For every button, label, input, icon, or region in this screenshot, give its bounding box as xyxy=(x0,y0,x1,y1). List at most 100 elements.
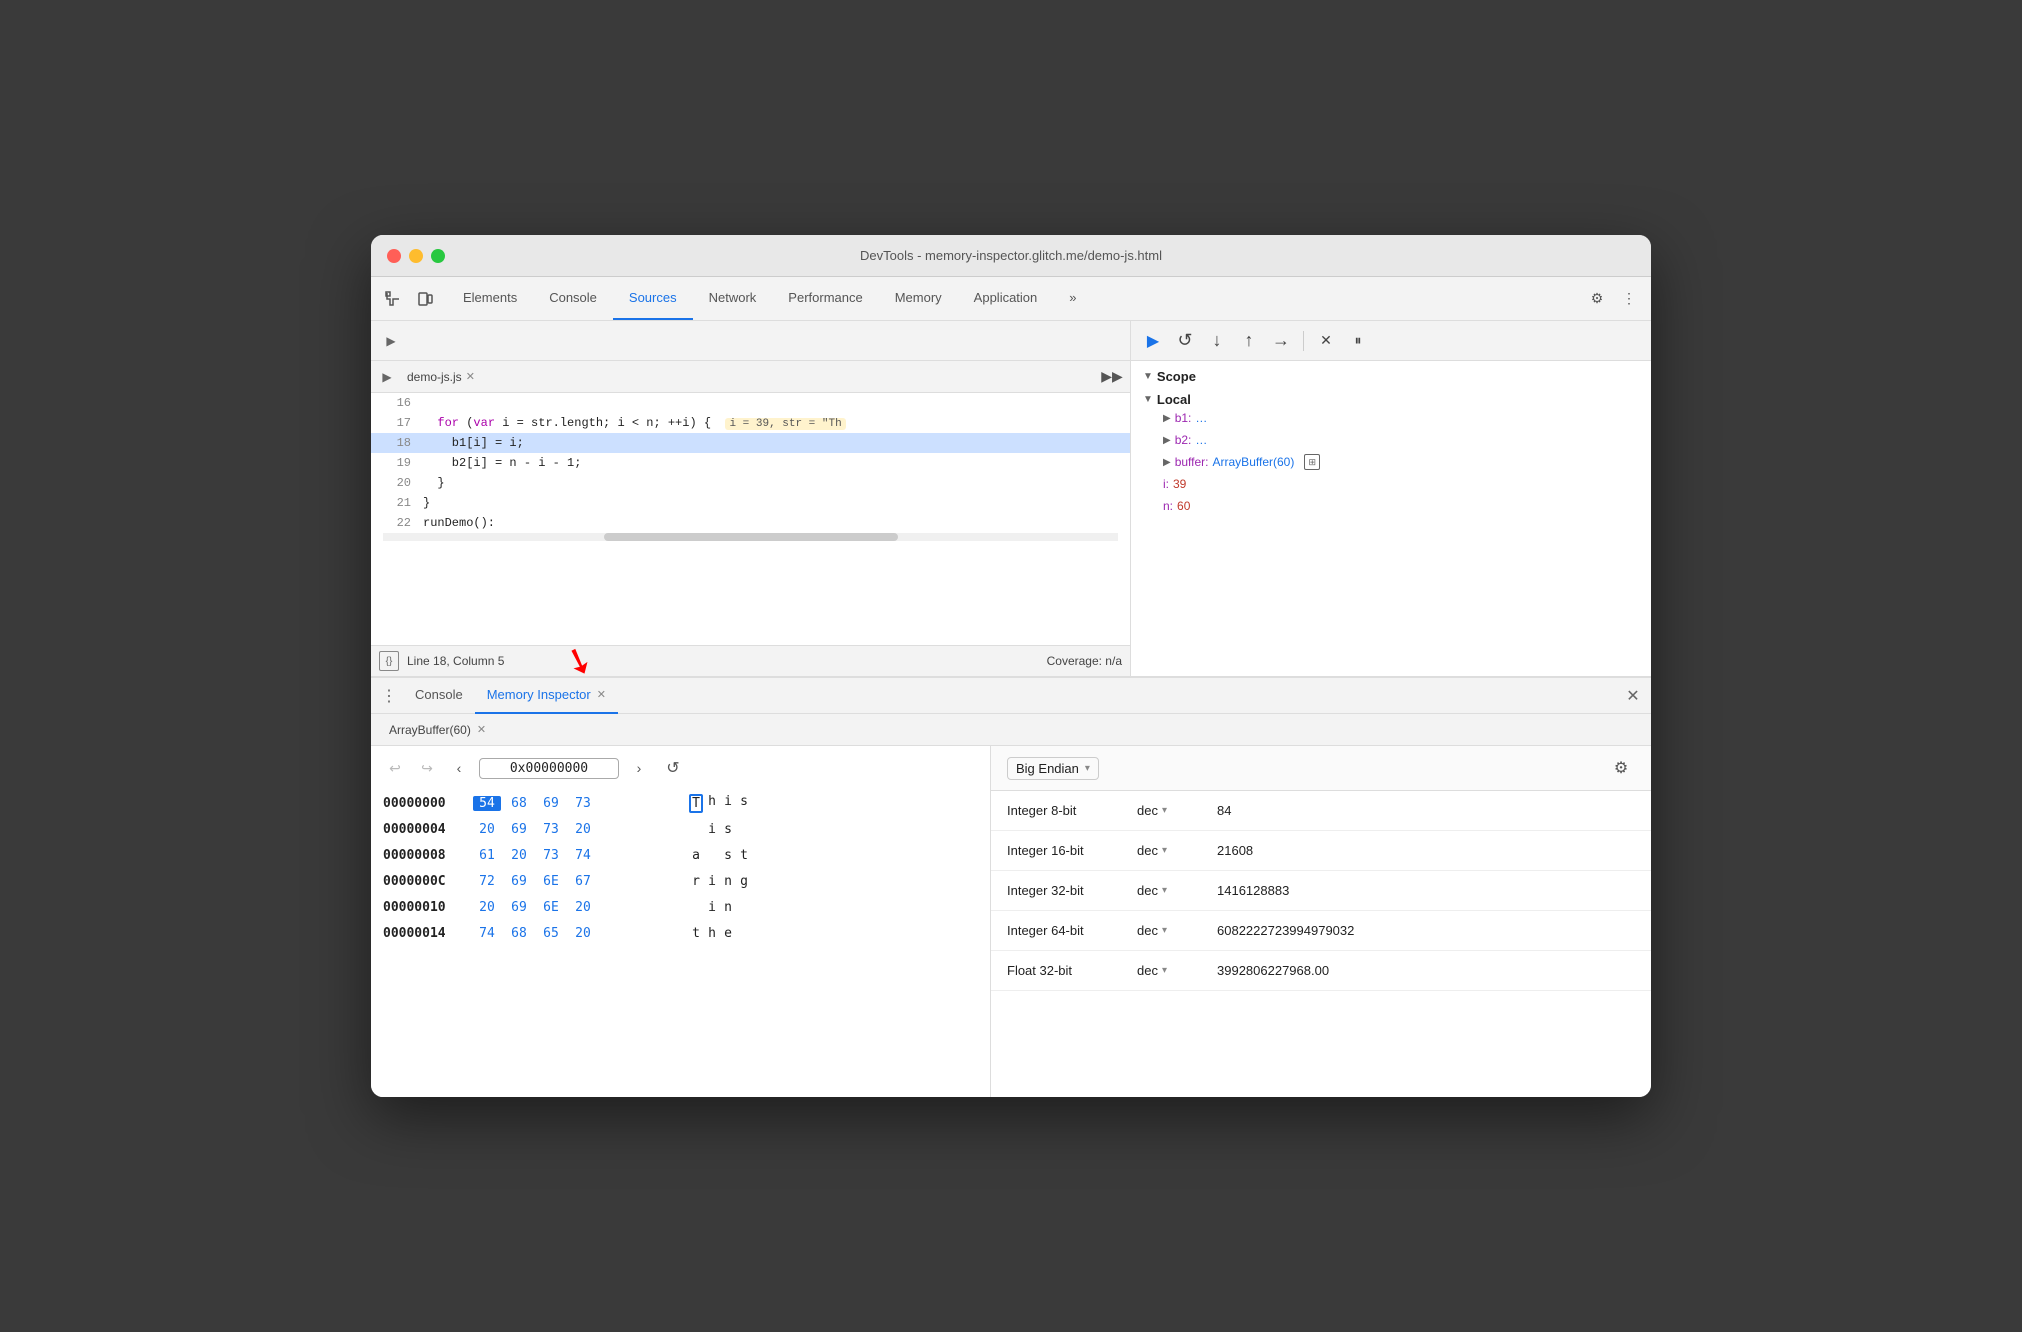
float32-format[interactable]: dec ▾ xyxy=(1137,963,1217,978)
settings-button[interactable]: ⚙ xyxy=(1583,285,1611,313)
source-file-tab[interactable]: demo-js.js ✕ xyxy=(399,363,483,391)
hex-byte-4-1[interactable]: 69 xyxy=(505,900,533,915)
scope-item-buffer[interactable]: ▶ buffer: ArrayBuffer(60) ⊞ ➘ xyxy=(1143,451,1639,473)
buffer-tab-arraybuffer[interactable]: ArrayBuffer(60) ✕ xyxy=(379,716,496,744)
int64-format[interactable]: dec ▾ xyxy=(1137,923,1217,938)
hex-byte-4-3[interactable]: 20 xyxy=(569,900,597,915)
main-tabs: Elements Console Sources Network Perform… xyxy=(447,277,1583,320)
hex-byte-4-2[interactable]: 6E xyxy=(537,900,565,915)
scope-collapse-arrow[interactable]: ▼ xyxy=(1143,371,1153,382)
bottom-panel-close[interactable]: ✕ xyxy=(1619,682,1647,710)
format-icon[interactable]: {} xyxy=(379,651,399,671)
hex-byte-0-1[interactable]: 68 xyxy=(505,796,533,811)
hex-byte-3-3[interactable]: 67 xyxy=(569,874,597,889)
inspect-element-button[interactable] xyxy=(379,285,407,313)
hex-char-4-3 xyxy=(737,900,751,915)
tab-sources[interactable]: Sources xyxy=(613,277,693,320)
resume-button[interactable]: ▶ xyxy=(1139,327,1167,355)
hex-forward-button[interactable]: ↪ xyxy=(415,756,439,780)
hex-byte-5-1[interactable]: 68 xyxy=(505,926,533,941)
minimize-button[interactable] xyxy=(409,249,423,263)
hex-byte-5-3[interactable]: 20 xyxy=(569,926,597,941)
horizontal-scrollbar[interactable] xyxy=(383,533,1118,541)
int32-format[interactable]: dec ▾ xyxy=(1137,883,1217,898)
hex-char-4-2: n xyxy=(721,900,735,915)
hex-byte-4-0[interactable]: 20 xyxy=(473,900,501,915)
hex-refresh-button[interactable]: ↺ xyxy=(659,754,687,782)
hex-char-1-2: s xyxy=(721,822,735,837)
close-button[interactable] xyxy=(387,249,401,263)
step-into-button[interactable]: ↓ xyxy=(1203,327,1231,355)
hex-byte-1-2[interactable]: 73 xyxy=(537,822,565,837)
endian-label: Big Endian xyxy=(1016,761,1079,776)
tab-more[interactable]: » xyxy=(1053,277,1092,320)
step-button[interactable]: → xyxy=(1267,327,1295,355)
tab-elements[interactable]: Elements xyxy=(447,277,533,320)
hex-byte-2-2[interactable]: 73 xyxy=(537,848,565,863)
hex-char-4-1: i xyxy=(705,900,719,915)
scope-item-b2[interactable]: ▶ b2: … xyxy=(1143,429,1639,451)
hex-byte-2-3[interactable]: 74 xyxy=(569,848,597,863)
b1-val: … xyxy=(1195,411,1207,425)
hex-char-1-1: i xyxy=(705,822,719,837)
memory-icon[interactable]: ⊞ xyxy=(1304,454,1320,470)
code-editor[interactable]: 16 17 for (var i = str.length; i < n; ++… xyxy=(371,393,1130,645)
int8-format[interactable]: dec ▾ xyxy=(1137,803,1217,818)
source-nav-icon[interactable]: ▶ xyxy=(375,365,399,389)
hex-row-5: 00000014 74 68 65 20 t xyxy=(383,920,978,946)
maximize-button[interactable] xyxy=(431,249,445,263)
memory-inspector-tab-close[interactable]: ✕ xyxy=(597,688,606,701)
source-more-button[interactable]: ▶▶ xyxy=(1098,363,1126,391)
hex-byte-3-1[interactable]: 69 xyxy=(505,874,533,889)
hex-byte-1-0[interactable]: 20 xyxy=(473,822,501,837)
buffer-tab-close[interactable]: ✕ xyxy=(477,723,486,736)
hex-char-0-2: i xyxy=(721,794,735,813)
hex-byte-2-1[interactable]: 20 xyxy=(505,848,533,863)
line-num-18: 18 xyxy=(379,436,411,450)
source-panel: ▶ ▶ demo-js.js ✕ ▶▶ xyxy=(371,321,1131,677)
hex-back-button[interactable]: ↩ xyxy=(383,756,407,780)
scope-item-b1[interactable]: ▶ b1: … xyxy=(1143,407,1639,429)
more-options-button[interactable]: ⋮ xyxy=(1615,285,1643,313)
hex-byte-5-2[interactable]: 65 xyxy=(537,926,565,941)
hex-byte-1-3[interactable]: 20 xyxy=(569,822,597,837)
deactivate-breakpoints-button[interactable]: ✕ xyxy=(1312,327,1340,355)
tab-memory[interactable]: Memory xyxy=(879,277,958,320)
int32-format-chevron: ▾ xyxy=(1162,885,1167,896)
step-over-button[interactable]: ↺ xyxy=(1171,327,1199,355)
local-section-header[interactable]: ▼ Local xyxy=(1143,392,1639,407)
int16-format[interactable]: dec ▾ xyxy=(1137,843,1217,858)
tab-performance[interactable]: Performance xyxy=(772,277,878,320)
hex-byte-0-0[interactable]: 54 xyxy=(473,796,501,811)
tab-application[interactable]: Application xyxy=(958,277,1054,320)
device-toolbar-button[interactable] xyxy=(411,285,439,313)
source-tab-close[interactable]: ✕ xyxy=(466,370,475,383)
hex-next-button[interactable]: › xyxy=(627,756,651,780)
hex-byte-5-0[interactable]: 74 xyxy=(473,926,501,941)
hex-toolbar: ↩ ↪ ‹ › ↺ xyxy=(371,754,990,790)
data-row-int16: Integer 16-bit dec ▾ 21608 xyxy=(991,831,1651,871)
step-out-button[interactable]: ↑ xyxy=(1235,327,1263,355)
hex-byte-0-2[interactable]: 69 xyxy=(537,796,565,811)
bottom-tab-menu[interactable]: ⋮ xyxy=(375,682,403,710)
int64-format-label: dec xyxy=(1137,923,1158,938)
tab-network[interactable]: Network xyxy=(693,277,773,320)
data-view-settings-button[interactable]: ⚙ xyxy=(1607,754,1635,782)
hex-prev-button[interactable]: ‹ xyxy=(447,756,471,780)
tab-console[interactable]: Console xyxy=(533,277,613,320)
hex-byte-3-2[interactable]: 6E xyxy=(537,874,565,889)
devtools-window: DevTools - memory-inspector.glitch.me/de… xyxy=(371,235,1651,1097)
int16-type: Integer 16-bit xyxy=(1007,843,1137,858)
bottom-tab-console[interactable]: Console xyxy=(403,678,475,714)
navigator-toggle[interactable]: ▶ xyxy=(379,329,403,353)
hex-byte-3-0[interactable]: 72 xyxy=(473,874,501,889)
traffic-lights xyxy=(387,249,445,263)
hex-byte-1-1[interactable]: 69 xyxy=(505,822,533,837)
bottom-tab-memory-inspector[interactable]: Memory Inspector ✕ xyxy=(475,678,618,714)
hex-address-input[interactable] xyxy=(479,758,619,779)
data-row-int8: Integer 8-bit dec ▾ 84 xyxy=(991,791,1651,831)
hex-byte-2-0[interactable]: 61 xyxy=(473,848,501,863)
pause-exceptions-button[interactable]: ⏸ xyxy=(1344,327,1372,355)
hex-byte-0-3[interactable]: 73 xyxy=(569,796,597,811)
endian-select[interactable]: Big Endian ▾ xyxy=(1007,757,1099,780)
